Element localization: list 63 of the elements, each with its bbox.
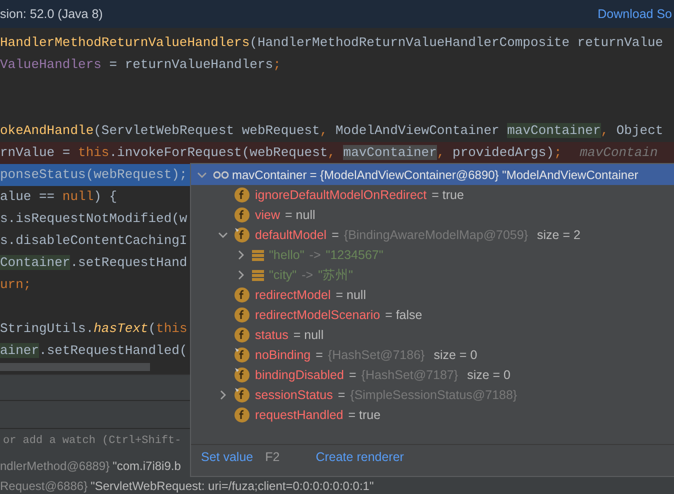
field-name: requestHandled: [255, 406, 344, 424]
watch-input-field[interactable]: or add a watch (Ctrl+Shift-: [0, 429, 190, 454]
field-value: =: [316, 346, 323, 364]
field-name: status: [255, 326, 288, 344]
watch-glasses-icon: [213, 170, 229, 178]
chevron-right-icon[interactable]: [236, 270, 246, 280]
chevron-right-icon[interactable]: [218, 390, 228, 400]
field-name: view: [255, 206, 280, 224]
code-line: HandlerMethodReturnValueHandlers(HandlerMethodReturnValueHandlerComposite returnValue: [0, 34, 664, 52]
shortcut-label: F2: [265, 449, 280, 466]
variable-value: "ServletWebRequest: uri=/fuza;client=0:0:0:0:0:0:0:1": [90, 478, 374, 494]
field-value: =: [332, 226, 339, 244]
field-value: = true: [432, 186, 464, 204]
variable-type: Request@6886}: [0, 478, 88, 494]
map-entry-icon: [252, 250, 264, 260]
field-name: defaultModel: [255, 226, 327, 244]
code-line: Container.setRequestHand: [0, 254, 188, 272]
field-value: = null: [285, 206, 316, 224]
field-name: sessionStatus: [255, 386, 333, 404]
field-name: bindingDisabled: [255, 366, 344, 384]
field-value: = null: [293, 326, 324, 344]
entry-key: "city": [269, 266, 297, 284]
banner-text: sion: 52.0 (Java 8): [0, 6, 103, 23]
field-name: redirectModelScenario: [255, 306, 380, 324]
entry-value: "1234567": [326, 246, 384, 264]
field-name: redirectModel: [255, 286, 331, 304]
code-line: urn;: [0, 276, 32, 294]
field-value: = null: [336, 286, 366, 304]
size-label: size = 2: [537, 226, 580, 244]
size-label: size = 0: [467, 366, 510, 384]
horizontal-scrollbar[interactable]: [0, 363, 150, 371]
variable-value: = {ModelAndViewContainer@6890} "ModelAndViewContainer: [310, 166, 638, 184]
popup-header[interactable]: mavContainer = {ModelAndViewContainer@6890} "ModelAndViewContainer: [191, 164, 674, 185]
chevron-right-icon[interactable]: [236, 250, 246, 260]
entry-value: "苏州": [318, 266, 353, 284]
download-link[interactable]: Download So: [598, 4, 672, 24]
entry-key: "hello": [269, 246, 304, 264]
field-name: noBinding: [255, 346, 311, 364]
field-value: = true: [348, 406, 381, 424]
popup-action-link[interactable]: Set value: [201, 448, 254, 467]
field-value: = false: [385, 306, 422, 324]
code-line: StringUtils.hasText(this: [0, 320, 188, 338]
map-entry-icon: [252, 270, 264, 280]
variable-value: "com.i7i8i9.b: [112, 458, 181, 475]
variable-name: mavContainer: [232, 166, 307, 184]
popup-action-link[interactable]: Create renderer: [316, 448, 404, 467]
field-value: =: [338, 386, 346, 404]
entry-arrow: ->: [302, 266, 314, 284]
code-line: ponseStatus(webRequest);: [0, 166, 188, 184]
chevron-down-icon[interactable]: [197, 170, 207, 180]
code-line: ainer.setRequestHandled(: [0, 342, 188, 360]
code-line: s.disableContentCachingI: [0, 232, 188, 250]
variable-type: ndlerMethod@6889}: [0, 458, 110, 475]
size-label: size = 0: [434, 346, 478, 364]
field-name: ignoreDefaultModelOnRedirect: [255, 186, 427, 204]
entry-arrow: ->: [309, 246, 321, 264]
code-line: okeAndHandle(ServletWebRequest webRequest, ModelAndViewContainer mavContainer, Object: [0, 122, 664, 140]
code-line: alue == null) {: [0, 188, 118, 206]
code-line: ValueHandlers = returnValueHandlers;: [0, 56, 281, 74]
code-line: s.isRequestNotModified(w: [0, 210, 188, 228]
chevron-down-icon[interactable]: [218, 230, 228, 240]
code-line: rnValue = this.invokeForRequest(webRequest, mavContainer, providedArgs); mavContain: [0, 144, 658, 162]
field-value: =: [348, 366, 356, 384]
